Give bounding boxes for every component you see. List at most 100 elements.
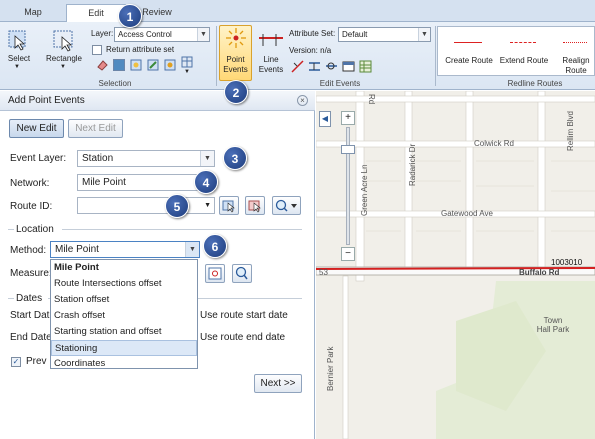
- merge-icon[interactable]: [308, 60, 321, 73]
- map-view[interactable]: ◀ + − Rd Colwick Rd Gatewood Ave Buffalo…: [316, 91, 595, 439]
- table-icon[interactable]: [181, 56, 193, 68]
- map-label-colwick-rd: Colwick Rd: [474, 139, 515, 148]
- event-layer-label: Event Layer:: [10, 153, 67, 164]
- dates-section-label: Dates: [16, 293, 43, 304]
- attribute-set-dropdown[interactable]: Default ▼: [338, 27, 431, 42]
- method-option[interactable]: Mile Point: [51, 260, 197, 276]
- select-button-label[interactable]: Select: [2, 54, 36, 64]
- close-icon[interactable]: ×: [297, 95, 308, 106]
- redline-routes-group-label: Redline Routes: [507, 79, 563, 88]
- use-route-end-date-label[interactable]: Use route end date: [200, 332, 285, 343]
- next-edit-button[interactable]: Next Edit: [68, 119, 123, 138]
- panel-title: Add Point Events: [0, 91, 315, 111]
- pan-left-icon[interactable]: ◀: [319, 111, 331, 127]
- method-value: Mile Point: [55, 244, 99, 255]
- zoom-out-button[interactable]: −: [341, 247, 355, 261]
- eraser-icon[interactable]: [96, 59, 108, 71]
- new-edit-button[interactable]: New Edit: [9, 119, 64, 138]
- map-label-green-acre-ln: Green Acre Ln: [360, 164, 369, 216]
- chevron-down-icon[interactable]: ▼: [14, 64, 20, 70]
- measure-label: Measure:: [10, 268, 52, 279]
- tab-edit[interactable]: Edit: [66, 4, 126, 22]
- point-events-label: Point Events: [223, 55, 248, 74]
- return-attribute-set-checkbox[interactable]: [92, 45, 102, 55]
- rectangle-select-icon[interactable]: [50, 28, 76, 52]
- rectangle-button-label[interactable]: Rectangle: [44, 54, 84, 64]
- map-label-bernier-park: Bernier Park: [326, 346, 335, 391]
- edit-table-icon[interactable]: [342, 60, 355, 73]
- split-icon[interactable]: [291, 60, 304, 73]
- location-section-label: Location: [16, 224, 54, 235]
- create-route-button[interactable]: Create Route: [440, 56, 498, 66]
- method-option-selected[interactable]: Stationing: [51, 340, 197, 356]
- realign-route-line-icon: [563, 42, 587, 43]
- section-divider: [62, 229, 302, 230]
- attribute-set-label: Attribute Set:: [289, 29, 336, 38]
- select-route-red-button[interactable]: [245, 196, 265, 215]
- section-divider: [8, 298, 14, 299]
- preview-checkbox[interactable]: ✓: [11, 357, 21, 367]
- map-label-rellim-blvd: Rellim Blvd: [566, 110, 575, 151]
- event-layer-dropdown[interactable]: Station ▼: [77, 150, 215, 167]
- callout-5: 5: [165, 194, 189, 218]
- selection-group-label: Selection: [98, 79, 132, 88]
- zoom-selection-icon[interactable]: [113, 59, 125, 71]
- callout-2: 2: [224, 80, 248, 104]
- extend-route-line-icon: [510, 42, 536, 43]
- chevron-down-icon[interactable]: ▼: [60, 64, 66, 70]
- next-button[interactable]: Next >>: [254, 374, 302, 393]
- callout-6: 6: [203, 234, 227, 258]
- method-label: Method:: [10, 245, 47, 256]
- group-separator: [435, 26, 436, 86]
- map-label-radarick-dr: Radarick Dr: [408, 143, 417, 186]
- select-icon[interactable]: [6, 28, 30, 52]
- chevron-down-icon: ▼: [197, 28, 209, 41]
- zoom-route-button[interactable]: [272, 196, 301, 215]
- realign-route-button[interactable]: Realign Route: [556, 56, 595, 76]
- method-dropdown[interactable]: Mile Point ▼: [50, 241, 200, 258]
- chevron-down-icon: ▼: [200, 151, 214, 166]
- map-label-rd: Rd: [367, 94, 376, 105]
- use-route-start-date-label[interactable]: Use route start date: [200, 310, 288, 321]
- pan-selection-icon[interactable]: [147, 59, 159, 71]
- attribute-icon[interactable]: [164, 59, 176, 71]
- section-divider: [8, 229, 14, 230]
- route-id-field[interactable]: ▼: [77, 197, 215, 214]
- event-layer-value: Station: [82, 153, 114, 164]
- line-events-label[interactable]: Line Events: [255, 55, 287, 75]
- create-route-line-icon: [454, 42, 482, 43]
- method-option[interactable]: Crash offset: [51, 308, 197, 324]
- point-events-icon: [225, 27, 247, 49]
- layer-dropdown[interactable]: Access Control ▼: [114, 27, 210, 42]
- chevron-down-icon[interactable]: ▼: [184, 69, 190, 75]
- identify-icon[interactable]: [130, 59, 142, 71]
- grid-icon[interactable]: [359, 60, 372, 73]
- map-label-town-hall-park: Town Hall Park: [536, 316, 570, 334]
- map-label-buffalo-rd: Buffalo Rd: [519, 268, 560, 277]
- extend-route-button[interactable]: Extend Route: [498, 56, 550, 66]
- route-id-label: Route ID:: [10, 201, 53, 212]
- zoom-slider-handle[interactable]: [341, 145, 355, 154]
- edit-events-group-label: Edit Events: [319, 79, 361, 88]
- tab-map[interactable]: Map: [8, 4, 58, 22]
- measure-from-map-button[interactable]: [205, 264, 225, 283]
- chevron-down-icon: ▼: [185, 242, 199, 257]
- attribute-set-value: Default: [342, 30, 368, 39]
- layer-label: Layer:: [91, 29, 114, 38]
- map-label-gatewood-ave: Gatewood Ave: [441, 209, 493, 218]
- zoom-in-button[interactable]: +: [341, 111, 355, 125]
- line-events-icon[interactable]: [258, 30, 284, 48]
- retire-icon[interactable]: [325, 60, 338, 73]
- preview-label: Prev: [26, 356, 47, 367]
- add-point-events-panel: Add Point Events × New Edit Next Edit Ev…: [0, 91, 315, 439]
- version-label: Version: n/a: [289, 46, 332, 55]
- method-option[interactable]: Station offset: [51, 292, 197, 308]
- method-option[interactable]: Coordinates: [51, 356, 197, 372]
- chevron-down-icon: ▼: [418, 28, 430, 41]
- chevron-down-icon: ▼: [204, 202, 211, 209]
- zoom-measure-button[interactable]: [232, 264, 252, 283]
- method-option[interactable]: Route Intersections offset: [51, 276, 197, 292]
- method-option[interactable]: Starting station and offset: [51, 324, 197, 340]
- start-date-label: Start Date: [10, 310, 56, 321]
- select-route-on-map-button[interactable]: [219, 196, 239, 215]
